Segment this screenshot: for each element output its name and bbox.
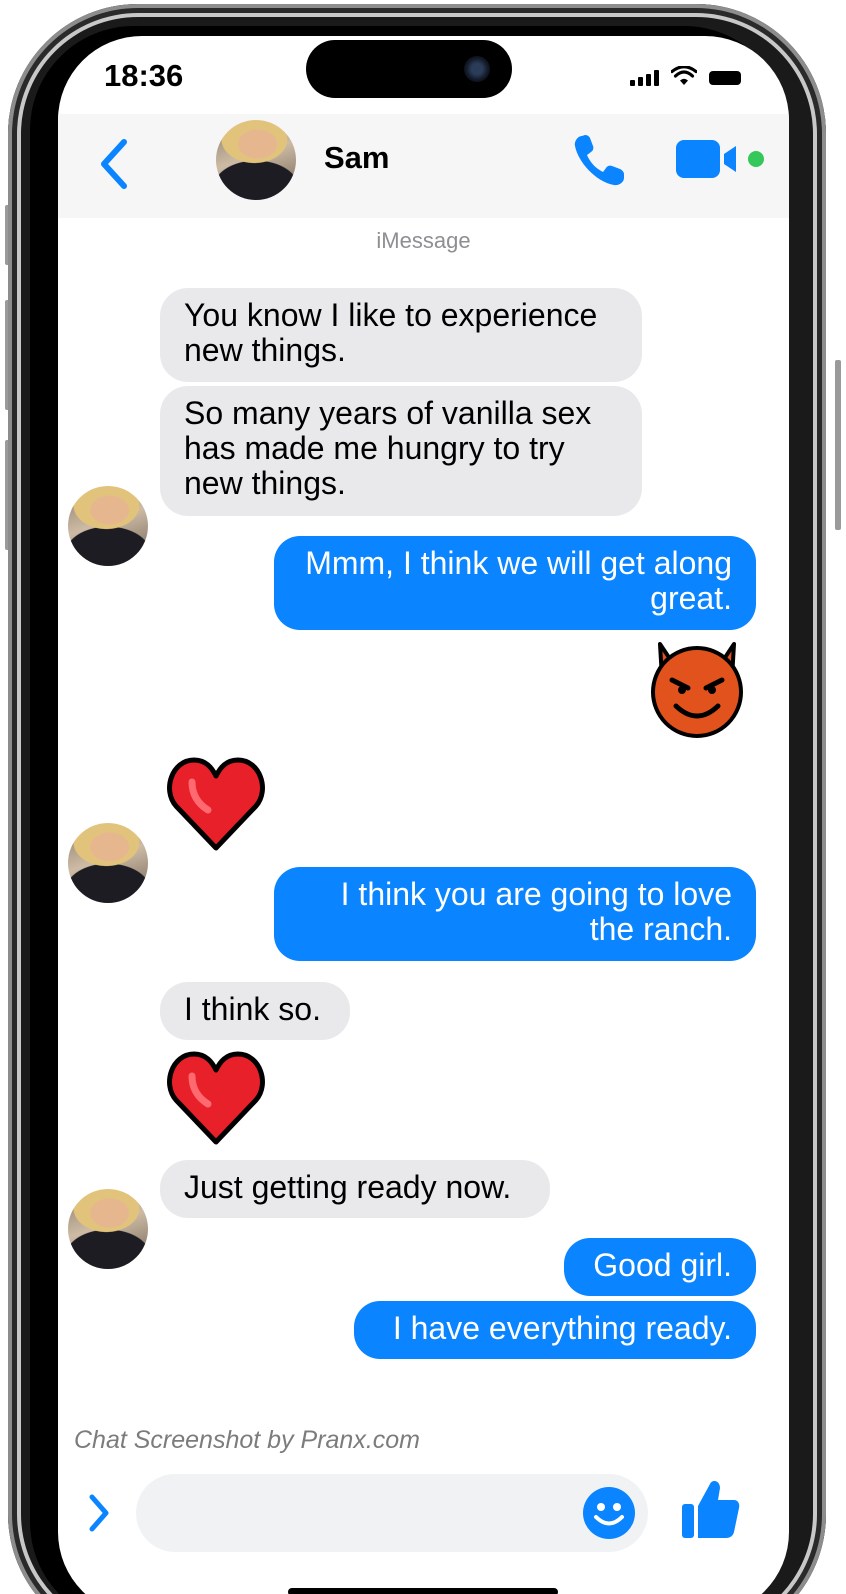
dynamic-island bbox=[306, 40, 512, 98]
message-bubble-incoming[interactable]: You know I like to experience new things… bbox=[160, 288, 642, 382]
front-camera bbox=[464, 56, 490, 82]
message-bubble-outgoing[interactable]: Good girl. bbox=[564, 1238, 756, 1296]
message-bubble-outgoing[interactable]: I have everything ready. bbox=[354, 1301, 756, 1359]
contact-name[interactable]: Sam bbox=[324, 140, 389, 176]
conversation-header: Sam bbox=[58, 114, 789, 218]
thumbs-up-icon[interactable] bbox=[680, 1476, 740, 1540]
home-indicator bbox=[288, 1588, 558, 1594]
message-bubble-incoming[interactable]: I think so. bbox=[160, 982, 350, 1040]
screen: 18:36 Sam iMessage You know I like to ex… bbox=[58, 36, 789, 1594]
message-bubble-outgoing[interactable]: I think you are going to love the ranch. bbox=[274, 867, 756, 961]
service-label: iMessage bbox=[376, 228, 471, 253]
cellular-signal-icon bbox=[630, 70, 659, 86]
emoji-picker-icon[interactable] bbox=[582, 1486, 636, 1540]
watermark: Chat Screenshot by Pranx.com bbox=[74, 1426, 420, 1454]
contact-avatar[interactable] bbox=[216, 120, 296, 200]
smiling-devil-emoji[interactable] bbox=[646, 638, 748, 740]
status-icons bbox=[630, 66, 741, 86]
video-call-icon[interactable] bbox=[676, 136, 766, 184]
status-time: 18:36 bbox=[104, 58, 184, 93]
power-button bbox=[835, 360, 841, 530]
battery-icon bbox=[709, 71, 741, 85]
phone-call-icon[interactable] bbox=[570, 132, 628, 190]
sender-avatar[interactable] bbox=[68, 1189, 148, 1269]
sender-avatar[interactable] bbox=[68, 486, 148, 566]
back-chevron-icon[interactable] bbox=[94, 134, 134, 194]
message-bubble-outgoing[interactable]: Mmm, I think we will get along great. bbox=[274, 536, 756, 630]
expand-chevron-icon[interactable] bbox=[84, 1491, 114, 1535]
phone-mockup: 18:36 Sam iMessage You know I like to ex… bbox=[0, 0, 846, 1594]
message-input[interactable] bbox=[136, 1474, 648, 1552]
message-bubble-incoming[interactable]: So many years of vanilla sex has made me… bbox=[160, 386, 642, 516]
wifi-icon bbox=[671, 66, 697, 85]
message-bubble-incoming[interactable]: Just getting ready now. bbox=[160, 1160, 550, 1218]
sender-avatar[interactable] bbox=[68, 823, 148, 903]
red-heart-emoji[interactable] bbox=[166, 754, 266, 854]
red-heart-emoji[interactable] bbox=[166, 1048, 266, 1148]
